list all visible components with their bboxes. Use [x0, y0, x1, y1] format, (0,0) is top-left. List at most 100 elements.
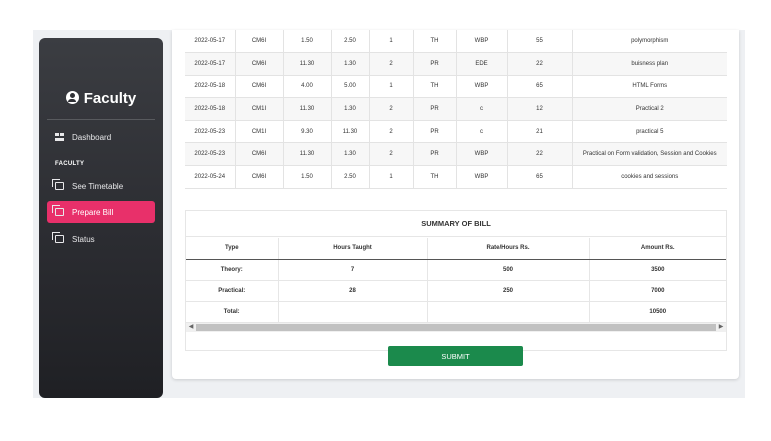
table-cell: c — [455, 120, 507, 144]
sidebar: Faculty Dashboard FACULTY See Timetable … — [39, 38, 163, 398]
table-cell: c — [455, 97, 507, 121]
table-cell: 2 — [368, 97, 413, 121]
summary-cell: 28 — [277, 280, 427, 302]
table-cell: EDE — [455, 52, 507, 76]
summary-cell — [277, 301, 427, 323]
table-cell: 1.50 — [282, 30, 331, 54]
table-cell: 1 — [368, 30, 413, 54]
table-cell: WBP — [455, 165, 507, 189]
summary-cell: 7000 — [588, 280, 726, 302]
table-cell: 1 — [368, 165, 413, 189]
table-cell: 2022-05-24 — [185, 165, 235, 189]
table-cell: 2022-05-18 — [185, 75, 235, 99]
table-cell: 65 — [506, 165, 572, 189]
table-cell: cookies and sessions — [571, 165, 727, 189]
table-cell: 2.50 — [330, 165, 369, 189]
table-cell: 9.30 — [282, 120, 331, 144]
sidebar-item-label: Dashboard — [72, 132, 112, 142]
summary-cell: Theory: — [186, 259, 278, 281]
copy-icon — [52, 179, 64, 190]
table-cell: PR — [412, 52, 456, 76]
summary-row: Theory: 7 500 3500 — [186, 259, 726, 281]
brand-label: Faculty — [83, 90, 137, 107]
table-cell: CM6I — [234, 30, 283, 54]
sidebar-item-see-timetable[interactable]: See Timetable — [47, 175, 155, 197]
table-cell: 2022-05-17 — [185, 52, 235, 76]
table-cell: 65 — [506, 75, 572, 99]
submit-button[interactable]: SUBMIT — [388, 346, 523, 366]
summary-row: Practical: 28 250 7000 — [186, 280, 726, 302]
table-cell: 2.50 — [330, 30, 369, 54]
summary-row: Total: 10500 — [186, 301, 726, 323]
table-cell: 2 — [368, 120, 413, 144]
table-row: 2022-05-17 CM6I 11.30 1.30 2 PR EDE 22 buisness … — [185, 52, 727, 76]
table-cell: 1.30 — [330, 97, 369, 121]
dashboard-icon — [55, 133, 64, 141]
table-cell: 1.30 — [330, 142, 369, 167]
table-cell: CM1I — [234, 97, 283, 121]
summary-cell — [426, 301, 589, 323]
bill-panel: 2022-05-17 CM6I 1.50 2.50 1 TH WBP 55 polymorphi… — [172, 30, 739, 379]
table-cell: 4.00 — [282, 75, 331, 99]
table-row: 2022-05-18 CM1I 11.30 1.30 2 PR c 12 Practical 2 — [185, 97, 727, 121]
table-cell: WBP — [455, 30, 507, 54]
summary-header-row: Type Hours Taught Rate/Hours Rs. Amount … — [186, 238, 726, 260]
table-cell: 2022-05-18 — [185, 97, 235, 121]
column-header: Hours Taught — [277, 238, 427, 260]
table-cell: PR — [412, 142, 456, 167]
table-cell: polymorphism — [571, 30, 727, 54]
table-cell: WBP — [455, 142, 507, 167]
sidebar-item-prepare-bill[interactable]: Prepare Bill — [47, 201, 155, 223]
table-cell: practical 5 — [571, 120, 727, 144]
table-cell: TH — [412, 30, 456, 54]
summary-cell: 7 — [277, 259, 427, 281]
sidebar-divider — [47, 119, 155, 120]
table-cell: 11.30 — [282, 52, 331, 76]
copy-icon — [52, 205, 64, 216]
summary-cell: 250 — [426, 280, 589, 302]
sidebar-item-label: Prepare Bill — [72, 207, 114, 217]
sidebar-brand: Faculty — [39, 90, 163, 107]
copy-icon — [52, 232, 64, 243]
summary-cell: 500 — [426, 259, 589, 281]
table-cell: 1.50 — [282, 165, 331, 189]
table-cell: 2022-05-23 — [185, 120, 235, 144]
table-cell: 11.30 — [282, 97, 331, 121]
horizontal-scrollbar[interactable]: ◀ ▶ — [186, 323, 726, 332]
summary-title: SUMMARY OF BILL — [186, 211, 726, 237]
table-cell: CM6I — [234, 142, 283, 167]
scroll-left-icon[interactable]: ◀ — [186, 323, 196, 332]
table-cell: TH — [412, 165, 456, 189]
user-circle-icon — [65, 91, 79, 104]
table-cell: 2 — [368, 52, 413, 76]
column-header: Amount Rs. — [588, 238, 726, 260]
table-cell: 22 — [506, 142, 572, 167]
table-row: 2022-05-24 CM6I 1.50 2.50 1 TH WBP 65 cookies an… — [185, 165, 727, 189]
column-header: Rate/Hours Rs. — [426, 238, 589, 260]
table-cell: CM6I — [234, 165, 283, 189]
scroll-right-icon[interactable]: ▶ — [716, 323, 726, 332]
table-cell: 12 — [506, 97, 572, 121]
table-cell: buisness plan — [571, 52, 727, 76]
sidebar-section-label: FACULTY — [55, 161, 85, 167]
table-cell: Practical on Form validation, Session an… — [571, 142, 727, 167]
sidebar-item-status[interactable]: Status — [47, 228, 155, 250]
table-cell: 22 — [506, 52, 572, 76]
sidebar-item-dashboard[interactable]: Dashboard — [47, 126, 155, 148]
table-cell: 1.30 — [330, 52, 369, 76]
table-row: 2022-05-18 CM6I 4.00 5.00 1 TH WBP 65 HTML Forms — [185, 75, 727, 99]
table-cell: HTML Forms — [571, 75, 727, 99]
table-row: 2022-05-23 CM1I 9.30 11.30 2 PR c 21 practical 5 — [185, 120, 727, 144]
table-cell: 55 — [506, 30, 572, 54]
scrollbar-thumb[interactable] — [196, 324, 716, 331]
table-row: 2022-05-17 CM6I 1.50 2.50 1 TH WBP 55 polymorphi… — [185, 30, 727, 54]
table-cell: 21 — [506, 120, 572, 144]
table-cell: CM6I — [234, 52, 283, 76]
bill-summary: SUMMARY OF BILL Type Hours Taught Rate/H… — [185, 210, 727, 351]
table-cell: WBP — [455, 75, 507, 99]
summary-cell: Practical: — [186, 280, 278, 302]
table-cell: 2022-05-23 — [185, 142, 235, 167]
summary-cell: Total: — [186, 301, 278, 323]
summary-cell: 10500 — [588, 301, 726, 323]
table-cell: 2022-05-17 — [185, 30, 235, 54]
